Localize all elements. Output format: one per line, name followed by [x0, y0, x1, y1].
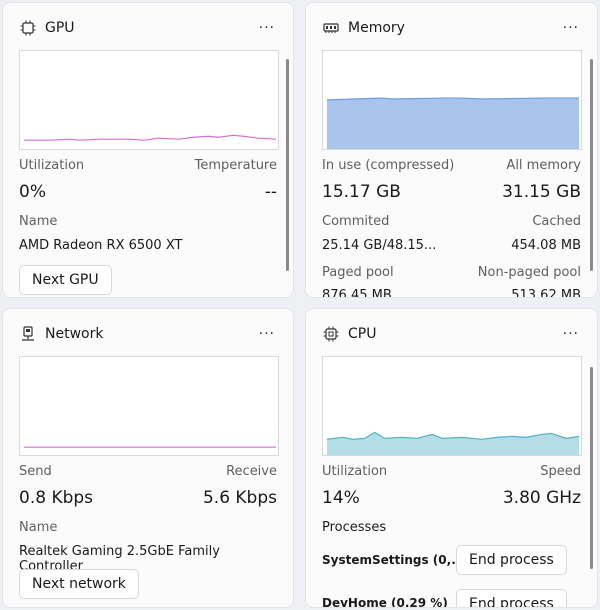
gpu-temperature-value: -- — [264, 182, 277, 202]
cpu-header: CPU ··· — [322, 323, 583, 345]
memory-more-options-button[interactable]: ··· — [559, 21, 583, 35]
end-process-button[interactable]: End process — [456, 545, 567, 575]
gpu-temperature-label: Temperature — [194, 158, 277, 173]
network-more-options-button[interactable]: ··· — [255, 327, 279, 341]
memory-in-use-label: In use (compressed) — [322, 158, 455, 173]
memory-nonpaged-pool-label: Non-paged pool — [477, 265, 581, 280]
cpu-speed-label: Speed — [540, 464, 581, 479]
gpu-usage-graph — [19, 50, 279, 150]
gpu-scrollbar[interactable] — [286, 59, 289, 271]
network-send-value: 0.8 Kbps — [19, 488, 94, 508]
memory-paged-pool-value: 876.45 MB — [322, 288, 392, 298]
cpu-processes-label: Processes — [322, 520, 387, 535]
end-process-button[interactable]: End process — [456, 589, 567, 607]
cpu-utilization-label: Utilization — [322, 464, 388, 479]
network-name-label: Name — [19, 520, 58, 535]
memory-icon — [322, 19, 340, 37]
memory-widget: Memory ··· In use (compressed) All memor… — [305, 2, 598, 298]
memory-committed-value: 25.14 GB/48.15... — [322, 238, 437, 253]
memory-nonpaged-pool-value: 513.62 MB — [511, 288, 581, 298]
network-header: Network ··· — [19, 323, 279, 345]
cpu-speed-value: 3.80 GHz — [502, 488, 581, 508]
memory-in-use-value: 15.17 GB — [322, 182, 401, 202]
memory-all-value: 31.15 GB — [502, 182, 581, 202]
memory-committed-label: Commited — [322, 214, 390, 229]
cpu-usage-area — [326, 432, 580, 455]
memory-scrollbar[interactable] — [590, 59, 593, 271]
process-name: SystemSettings (0,... — [322, 553, 465, 567]
memory-paged-pool-label: Paged pool — [322, 265, 394, 280]
network-receive-label: Receive — [226, 464, 277, 479]
gpu-utilization-value: 0% — [19, 182, 46, 202]
memory-all-label: All memory — [506, 158, 581, 173]
network-send-label: Send — [19, 464, 52, 479]
cpu-more-options-button[interactable]: ··· — [559, 327, 583, 341]
gpu-title: GPU — [45, 20, 75, 36]
cpu-icon — [322, 325, 340, 343]
network-receive-value: 5.6 Kbps — [202, 488, 277, 508]
next-network-button[interactable]: Next network — [19, 569, 139, 599]
memory-usage-graph — [322, 50, 582, 150]
network-title: Network — [45, 326, 104, 342]
memory-title: Memory — [348, 20, 405, 36]
cpu-widget: CPU ··· Utilization Speed 14% 3.80 GHz P… — [305, 308, 598, 608]
memory-cached-label: Cached — [532, 214, 581, 229]
network-widget: Network ··· Send Receive 0.8 Kbps 5.6 Kb… — [2, 308, 294, 608]
gpu-utilization-label: Utilization — [19, 158, 85, 173]
network-usage-graph — [19, 356, 279, 456]
cpu-title: CPU — [348, 326, 377, 342]
memory-cached-value: 454.08 MB — [511, 238, 581, 253]
next-gpu-button[interactable]: Next GPU — [19, 265, 112, 295]
cpu-utilization-value: 14% — [322, 488, 360, 508]
gpu-widget: GPU ··· Utilization Temperature 0% -- Na… — [2, 2, 294, 298]
gpu-name-value: AMD Radeon RX 6500 XT — [19, 238, 183, 253]
chip-icon — [19, 19, 37, 37]
gpu-usage-line — [23, 134, 277, 141]
gpu-name-label: Name — [19, 214, 58, 229]
network-icon — [19, 325, 37, 343]
cpu-usage-graph — [322, 356, 582, 456]
process-name: DevHome (0.29 %) — [322, 596, 448, 608]
cpu-scrollbar[interactable] — [590, 367, 593, 569]
memory-header: Memory ··· — [322, 17, 583, 39]
memory-usage-area — [326, 98, 580, 149]
gpu-header: GPU ··· — [19, 17, 279, 39]
gpu-more-options-button[interactable]: ··· — [255, 21, 279, 35]
